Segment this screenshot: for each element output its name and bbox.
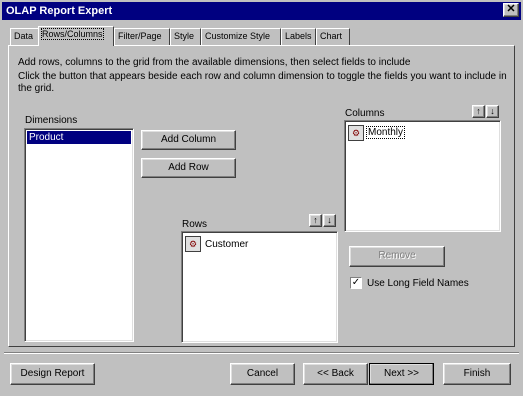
- add-row-button[interactable]: Add Row: [141, 158, 236, 178]
- arrow-down-icon: ↓: [327, 215, 332, 225]
- dimensions-label: Dimensions: [25, 115, 77, 126]
- tab-filter-page[interactable]: Filter/Page: [114, 28, 170, 45]
- tab-customize-style-label: Customize Style: [205, 31, 271, 41]
- use-long-field-names-label: Use Long Field Names: [367, 278, 469, 289]
- window-titlebar[interactable]: OLAP Report Expert: [2, 2, 521, 20]
- columns-move-down-button[interactable]: ↓: [486, 105, 499, 118]
- columns-list[interactable]: ⚙ Monthly: [344, 120, 501, 232]
- tab-customize-style[interactable]: Customize Style: [201, 28, 281, 45]
- check-icon: ✓: [351, 277, 361, 288]
- add-column-button[interactable]: Add Column: [141, 130, 236, 150]
- cancel-label: Cancel: [246, 368, 279, 379]
- dimension-toggle-icon[interactable]: ⚙: [185, 236, 201, 252]
- tab-labels[interactable]: Labels: [281, 28, 316, 45]
- arrow-down-icon: ↓: [490, 106, 495, 116]
- rows-move-up-button[interactable]: ↑: [309, 214, 322, 227]
- columns-move-up-button[interactable]: ↑: [472, 105, 485, 118]
- tab-data[interactable]: Data: [10, 28, 40, 45]
- tab-rows-columns-label: Rows/Columns: [41, 28, 104, 40]
- close-button[interactable]: ✕: [503, 3, 519, 17]
- instruction-line-3: the grid.: [18, 83, 55, 94]
- dimension-item-product[interactable]: Product: [27, 131, 131, 144]
- tab-rows-columns[interactable]: Rows/Columns: [38, 26, 114, 46]
- instruction-line-2: Click the button that appears beside eac…: [18, 71, 507, 82]
- window-title: OLAP Report Expert: [6, 5, 113, 17]
- finish-label: Finish: [463, 368, 491, 379]
- design-report-label: Design Report: [20, 368, 85, 379]
- next-button[interactable]: Next >>: [369, 363, 434, 385]
- tab-chart-label: Chart: [320, 31, 343, 41]
- add-column-label: Add Column: [160, 134, 217, 145]
- arrow-up-icon: ↑: [313, 215, 318, 225]
- dimensions-list[interactable]: Product: [24, 128, 134, 342]
- next-label: Next >>: [383, 368, 420, 379]
- arrow-up-icon: ↑: [476, 106, 481, 116]
- use-long-field-names-checkbox[interactable]: ✓: [350, 277, 362, 289]
- finish-button[interactable]: Finish: [443, 363, 511, 385]
- remove-label: Remove: [378, 250, 416, 261]
- remove-button[interactable]: Remove: [349, 246, 445, 267]
- design-report-button[interactable]: Design Report: [10, 363, 95, 385]
- back-label: << Back: [317, 368, 354, 379]
- tab-style[interactable]: Style: [170, 28, 201, 45]
- cancel-button[interactable]: Cancel: [230, 363, 295, 385]
- column-item-monthly[interactable]: Monthly: [365, 126, 406, 139]
- tab-data-label: Data: [14, 31, 34, 41]
- tab-filter-page-label: Filter/Page: [118, 31, 162, 41]
- tab-style-label: Style: [174, 31, 195, 41]
- rows-list[interactable]: ⚙ Customer: [181, 231, 338, 343]
- instruction-line-1: Add rows, columns to the grid from the a…: [18, 57, 411, 68]
- close-icon: ✕: [506, 3, 516, 15]
- rows-label: Rows: [182, 219, 208, 230]
- dimension-toggle-icon[interactable]: ⚙: [348, 125, 364, 141]
- row-item-customer[interactable]: Customer: [205, 239, 248, 250]
- tab-chart[interactable]: Chart: [316, 28, 350, 45]
- rows-move-down-button[interactable]: ↓: [323, 214, 336, 227]
- dimensions-label-text: Dimensions: [25, 115, 78, 126]
- columns-label: Columns: [345, 108, 385, 119]
- footer-divider: [4, 352, 519, 354]
- add-row-label: Add Row: [168, 162, 209, 173]
- tab-labels-label: Labels: [285, 31, 312, 41]
- back-button[interactable]: << Back: [303, 363, 368, 385]
